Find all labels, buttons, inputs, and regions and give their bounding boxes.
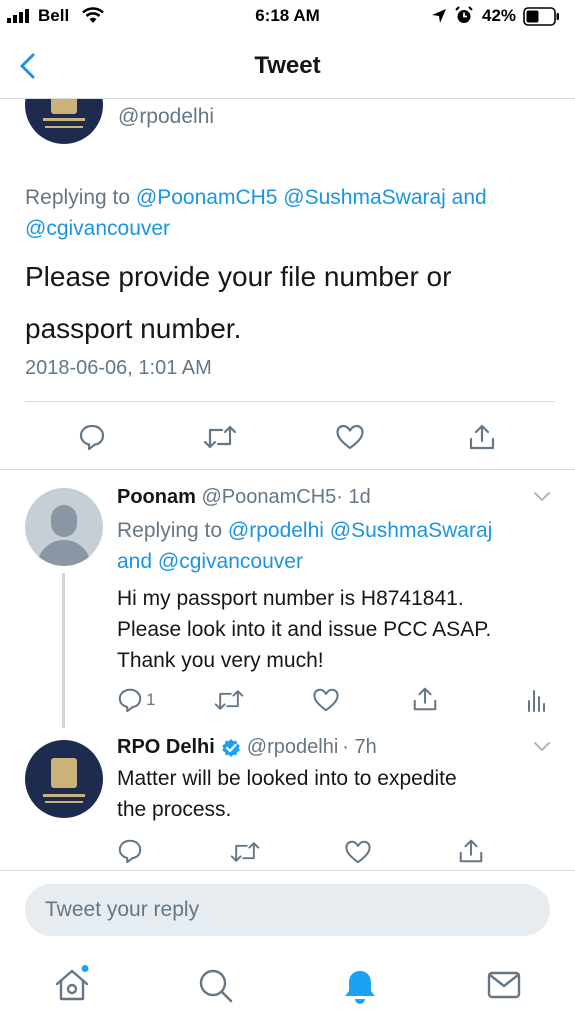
- share-icon: [469, 424, 495, 450]
- retweet-icon[interactable]: [214, 687, 244, 713]
- divider: [0, 870, 575, 871]
- reply-input[interactable]: Tweet your reply: [25, 884, 550, 936]
- main-tweet: @rpodelhi Replying to @PoonamCH5 @Sushma…: [0, 99, 575, 469]
- tweet-time: · 7h: [342, 736, 377, 758]
- mention-link[interactable]: @cgivancouver: [158, 550, 303, 573]
- home-icon: [55, 965, 89, 1001]
- heart-icon: [336, 424, 364, 450]
- analytics-icon[interactable]: [526, 687, 546, 713]
- tweet-handle[interactable]: @rpodelhi: [118, 105, 214, 129]
- tweet-time: · 1d: [336, 486, 371, 508]
- tweet-text: Matter will be looked into to expedite t…: [117, 767, 457, 821]
- thread-line: [62, 573, 65, 728]
- reply-placeholder: Tweet your reply: [45, 898, 200, 921]
- tab-bar: [0, 947, 575, 1024]
- heart-icon[interactable]: [312, 687, 340, 713]
- battery-icon: [523, 7, 559, 26]
- avatar[interactable]: [25, 488, 103, 566]
- page-title: Tweet: [254, 52, 321, 79]
- reply-icon: [118, 688, 142, 713]
- tweet-text: Please provide your file number or passp…: [25, 261, 452, 344]
- verified-badge-icon: [221, 738, 240, 757]
- tweet-text: Hi my passport number is H8741841. Pleas…: [117, 587, 492, 672]
- display-name[interactable]: RPO Delhi: [117, 736, 215, 759]
- display-name[interactable]: Poonam: [117, 486, 196, 508]
- reply-tweet[interactable]: Poonam @PoonamCH5· 1d Replying to @rpode…: [0, 470, 575, 728]
- tweet-timestamp: 2018-06-06, 1:01 AM: [25, 357, 212, 379]
- avatar[interactable]: [25, 99, 103, 144]
- heart-icon[interactable]: [344, 839, 372, 865]
- messages-icon: [487, 971, 521, 999]
- chevron-down-icon[interactable]: [532, 740, 552, 754]
- divider: [25, 401, 555, 402]
- tweet-handle[interactable]: @PoonamCH5: [201, 486, 336, 508]
- tab-messages[interactable]: [486, 969, 522, 1001]
- emblem-icon: [51, 99, 77, 114]
- like-button[interactable]: [328, 417, 372, 457]
- replying-to: Replying to @PoonamCH5 @SushmaSwaraj and…: [25, 186, 487, 240]
- search-icon: [199, 969, 233, 1003]
- chevron-down-icon[interactable]: [532, 490, 552, 504]
- tweet-header: RPO Delhi @rpodelhi · 7h: [117, 736, 377, 759]
- location-icon: [432, 9, 446, 23]
- status-bar: Bell 6:18 AM 42%: [0, 0, 575, 34]
- retweet-icon[interactable]: [230, 839, 260, 865]
- tab-notifications[interactable]: [342, 967, 378, 1005]
- tab-home[interactable]: [52, 965, 92, 1005]
- battery-percent: 42%: [482, 6, 517, 25]
- mention-link[interactable]: @cgivancouver: [25, 217, 170, 240]
- share-icon[interactable]: [411, 685, 439, 713]
- reply-count: 1: [146, 690, 156, 709]
- retweet-button[interactable]: [198, 417, 242, 457]
- share-button[interactable]: [460, 417, 504, 457]
- emblem-icon: [51, 758, 77, 788]
- reply-icon[interactable]: [117, 838, 143, 864]
- default-avatar-icon: [51, 505, 77, 537]
- reply-button[interactable]: 1: [117, 686, 155, 714]
- reply-icon: [79, 424, 105, 451]
- tab-search[interactable]: [197, 967, 235, 1005]
- notifications-icon: [345, 971, 375, 1004]
- tweet-header: Poonam @PoonamCH5· 1d: [117, 486, 371, 509]
- tweet-handle[interactable]: @rpodelhi: [247, 736, 338, 759]
- retweet-icon: [203, 425, 237, 449]
- reply-button[interactable]: [70, 417, 114, 457]
- nav-bar: Tweet: [0, 34, 575, 99]
- reply-tweet[interactable]: RPO Delhi @rpodelhi · 7h Matter will be l…: [0, 728, 575, 870]
- replying-to: Replying to @rpodelhi @SushmaSwaraj and …: [117, 519, 493, 573]
- alarm-icon: [455, 6, 473, 23]
- mention-link[interactable]: @PoonamCH5 @SushmaSwaraj and: [136, 186, 487, 209]
- share-icon[interactable]: [457, 837, 485, 865]
- mention-link[interactable]: @rpodelhi @SushmaSwaraj: [228, 519, 492, 542]
- avatar[interactable]: [25, 740, 103, 818]
